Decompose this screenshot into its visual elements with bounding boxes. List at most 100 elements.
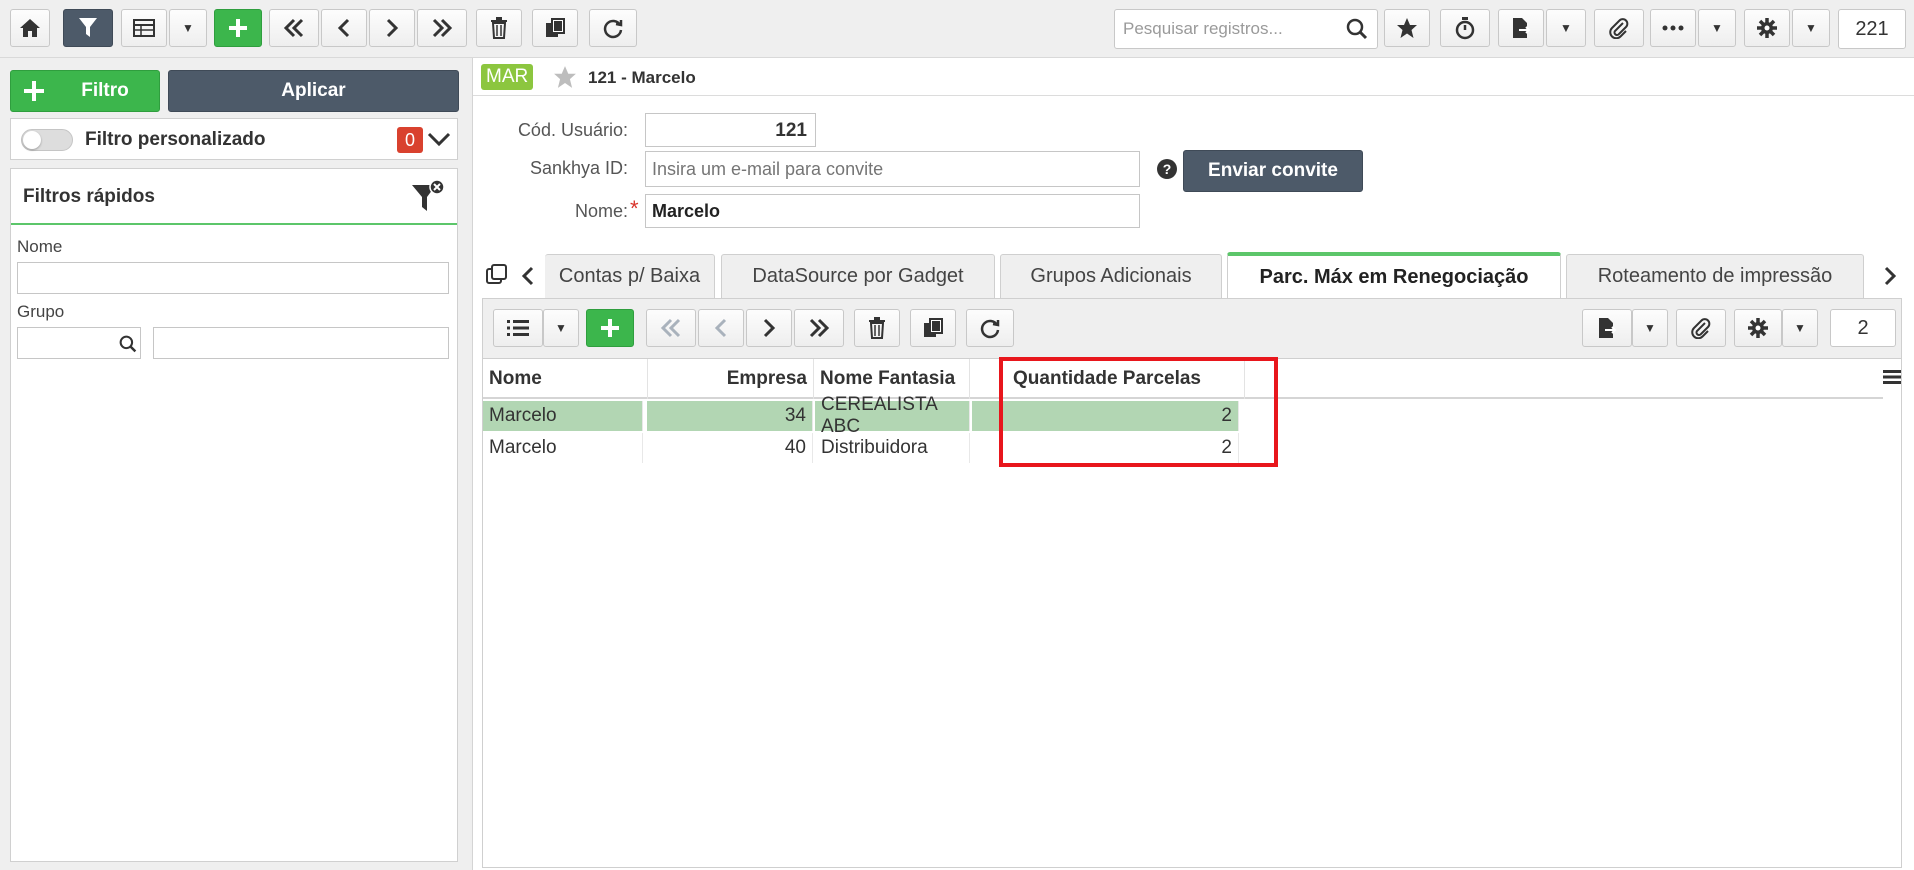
prev-icon xyxy=(337,18,350,38)
prev-record-button[interactable] xyxy=(321,9,367,47)
tab-parc-max-renegociacao[interactable]: Parc. Máx em Renegociação xyxy=(1227,252,1561,298)
export-icon xyxy=(1513,18,1531,38)
view-dropdown-button[interactable]: ▼ xyxy=(169,9,207,47)
first-record-button[interactable] xyxy=(269,9,319,47)
filter-settings-icon[interactable] xyxy=(411,179,445,213)
caret-down-icon: ▼ xyxy=(1794,321,1806,335)
detail-first-button[interactable] xyxy=(646,309,696,347)
name-filter-input[interactable] xyxy=(17,262,449,294)
settings-dropdown-button[interactable]: ▼ xyxy=(1792,9,1830,47)
export-button[interactable] xyxy=(1498,9,1544,47)
tabs-popout-icon[interactable] xyxy=(485,263,509,287)
filter-button-label: Filtro xyxy=(81,80,129,101)
add-record-button[interactable] xyxy=(214,9,262,47)
caret-down-icon: ▼ xyxy=(1560,21,1572,35)
apply-filter-button[interactable]: Aplicar xyxy=(168,70,459,112)
detail-list-view-button[interactable] xyxy=(493,309,543,347)
tab-grupos-adicionais[interactable]: Grupos Adicionais xyxy=(1000,254,1222,298)
record-title: 121 - Marcelo xyxy=(588,68,696,87)
last-icon xyxy=(432,18,453,38)
detail-next-button[interactable] xyxy=(746,309,792,347)
filter-toggle-button[interactable] xyxy=(63,9,113,47)
detail-export-button[interactable] xyxy=(1582,309,1632,347)
detail-prev-button[interactable] xyxy=(698,309,744,347)
grid-header: Nome Empresa Nome Fantasia Quantidade Pa… xyxy=(483,359,1883,399)
name-label: Nome: xyxy=(574,201,628,221)
search-icon[interactable] xyxy=(1346,18,1368,40)
home-button[interactable] xyxy=(10,9,50,47)
tab-roteamento-impressao[interactable]: Roteamento de impressão xyxy=(1566,254,1864,298)
export-icon xyxy=(1599,318,1617,338)
add-icon xyxy=(24,81,44,101)
detail-settings-button[interactable] xyxy=(1734,309,1782,347)
detail-delete-button[interactable] xyxy=(854,309,900,347)
column-header-empresa[interactable]: Empresa xyxy=(648,359,814,399)
delete-record-button[interactable] xyxy=(476,9,522,47)
detail-view-dropdown-button[interactable]: ▼ xyxy=(543,309,579,347)
tab-contas-baixa[interactable]: Contas p/ Baixa xyxy=(545,254,715,298)
search-icon[interactable] xyxy=(119,335,137,353)
star-icon[interactable] xyxy=(553,65,577,89)
detail-attach-button[interactable] xyxy=(1676,309,1726,347)
cell-quantidade-parcelas: 2 xyxy=(972,433,1239,463)
sankhya-id-input[interactable] xyxy=(645,151,1140,187)
timer-icon xyxy=(1455,17,1475,40)
chevron-down-icon[interactable] xyxy=(427,132,451,148)
detail-refresh-button[interactable] xyxy=(966,309,1014,347)
cell-empresa: 40 xyxy=(647,433,813,463)
record-count: 221 xyxy=(1838,9,1906,49)
custom-filter-label: Filtro personalizado xyxy=(85,129,266,150)
column-menu-icon[interactable] xyxy=(1883,369,1901,385)
send-invite-button[interactable]: Enviar convite xyxy=(1183,150,1363,192)
detail-settings-dropdown-button[interactable]: ▼ xyxy=(1782,309,1818,347)
custom-filter-toggle[interactable] xyxy=(21,129,73,151)
detail-last-button[interactable] xyxy=(794,309,844,347)
caret-down-icon: ▼ xyxy=(182,21,194,35)
detail-export-dropdown-button[interactable]: ▼ xyxy=(1632,309,1668,347)
column-header-nome[interactable]: Nome xyxy=(483,359,648,399)
add-filter-button[interactable]: Filtro xyxy=(10,70,160,112)
next-record-button[interactable] xyxy=(369,9,415,47)
user-code-label: Cód. Usuário: xyxy=(517,120,628,140)
tabs-scroll-left-icon[interactable] xyxy=(521,266,535,286)
settings-button[interactable] xyxy=(1744,9,1790,47)
name-filter-label: Nome xyxy=(17,237,63,256)
copy-icon xyxy=(924,318,943,337)
caret-down-icon: ▼ xyxy=(1805,21,1817,35)
prev-icon xyxy=(714,318,727,338)
timer-button[interactable] xyxy=(1440,9,1490,47)
tab-datasource-gadget[interactable]: DataSource por Gadget xyxy=(721,254,995,298)
last-icon xyxy=(809,318,830,338)
more-options-button[interactable] xyxy=(1650,9,1696,47)
column-header-nome-fantasia[interactable]: Nome Fantasia xyxy=(814,359,970,399)
name-input[interactable] xyxy=(645,194,1140,228)
add-icon xyxy=(601,319,619,337)
search-input[interactable] xyxy=(1114,9,1378,49)
favorite-button[interactable] xyxy=(1384,9,1430,47)
cell-nome: Marcelo xyxy=(483,401,643,431)
cell-nome-fantasia: Distribuidora xyxy=(815,433,970,463)
refresh-button[interactable] xyxy=(589,9,637,47)
help-icon[interactable]: ? xyxy=(1157,159,1177,179)
detail-add-button[interactable] xyxy=(586,309,634,347)
sankhya-id-label: Sankhya ID: xyxy=(529,158,628,178)
cell-nome: Marcelo xyxy=(483,433,643,463)
gear-icon xyxy=(1757,18,1777,38)
last-record-button[interactable] xyxy=(417,9,467,47)
grid-view-button[interactable] xyxy=(121,9,167,47)
tabs-scroll-right-icon[interactable] xyxy=(1883,266,1897,286)
record-header: MAR 121 - Marcelo xyxy=(473,58,1914,96)
column-header-quantidade-parcelas[interactable]: Quantidade Parcelas xyxy=(970,359,1245,399)
attach-button[interactable] xyxy=(1594,9,1644,47)
user-code-field[interactable]: 121 xyxy=(645,113,816,147)
detail-record-count: 2 xyxy=(1830,309,1896,347)
duplicate-record-button[interactable] xyxy=(532,9,578,47)
add-icon xyxy=(229,19,247,37)
cell-nome-fantasia: CEREALISTA ABC xyxy=(815,394,970,437)
export-dropdown-button[interactable]: ▼ xyxy=(1546,9,1586,47)
more-dropdown-button[interactable]: ▼ xyxy=(1698,9,1736,47)
next-icon xyxy=(763,318,776,338)
detail-duplicate-button[interactable] xyxy=(910,309,956,347)
quick-filters-title: Filtros rápidos xyxy=(23,186,155,207)
group-name-input[interactable] xyxy=(153,327,449,359)
